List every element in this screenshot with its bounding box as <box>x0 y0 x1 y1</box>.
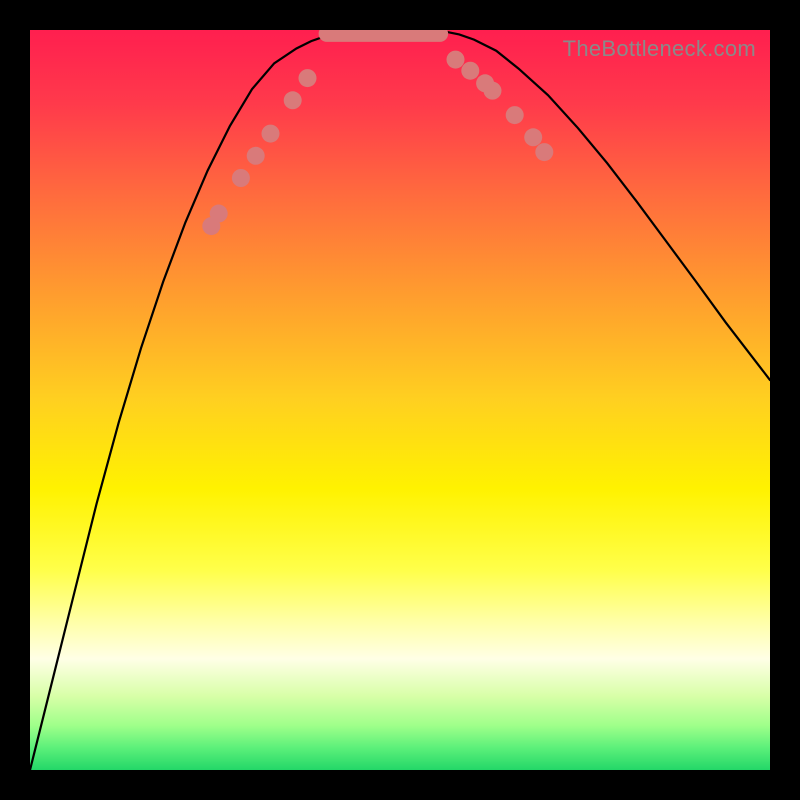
data-marker <box>461 62 479 80</box>
data-marker <box>299 69 317 87</box>
data-marker <box>524 128 542 146</box>
data-marker <box>232 169 250 187</box>
data-marker <box>535 143 553 161</box>
data-marker <box>506 106 524 124</box>
data-markers <box>202 51 553 236</box>
chart-frame: TheBottleneck.com <box>0 0 800 800</box>
data-marker <box>447 51 465 69</box>
plot-area: TheBottleneck.com <box>30 30 770 770</box>
data-marker <box>484 82 502 100</box>
data-marker <box>210 205 228 223</box>
data-marker <box>247 147 265 165</box>
data-marker <box>284 91 302 109</box>
data-marker <box>262 125 280 143</box>
curve-minimum-segment <box>319 30 449 42</box>
curve-layer <box>30 30 770 770</box>
bottleneck-curve <box>30 30 770 770</box>
